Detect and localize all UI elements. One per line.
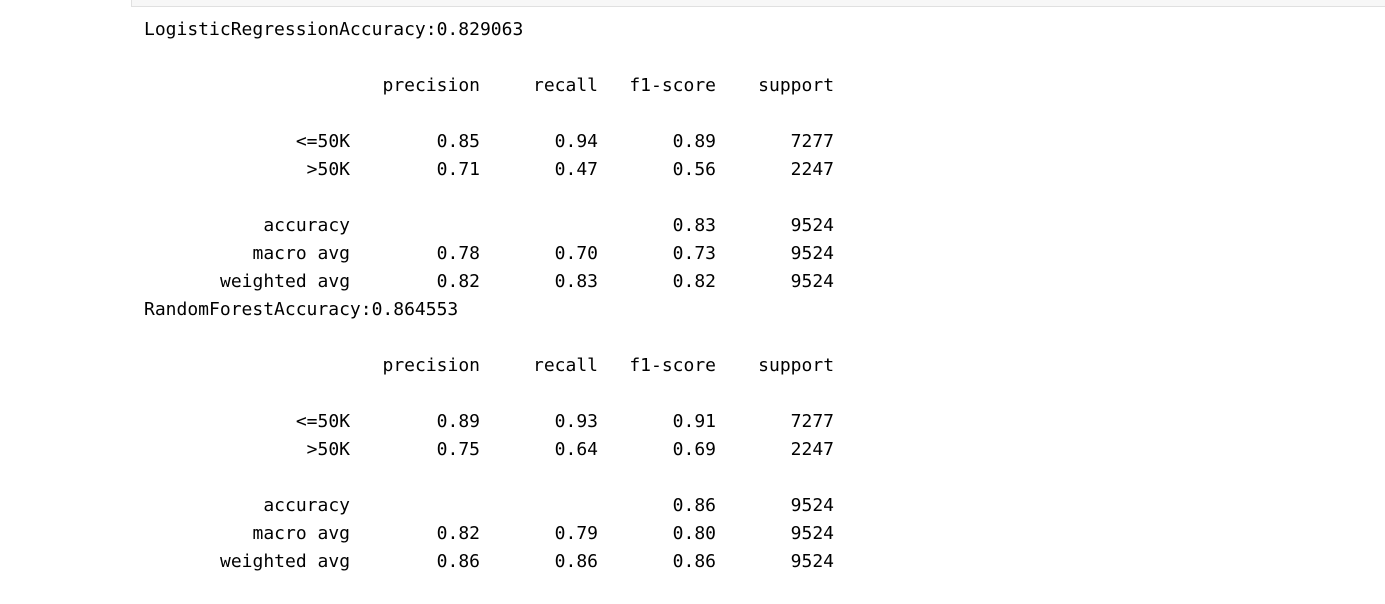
row-label: accuracy	[263, 215, 351, 236]
support-value: 9524	[790, 215, 835, 236]
support-value: 2247	[790, 159, 835, 180]
header-recall: recall	[533, 355, 599, 376]
row-label: weighted avg	[219, 551, 351, 572]
precision-value: 0.86	[436, 551, 481, 572]
row-label: <=50K	[295, 411, 351, 432]
precision-value: 0.89	[436, 411, 481, 432]
f1-score-value: 0.56	[672, 159, 717, 180]
report-row: <=50K 0.85 0.94 0.89 7277	[144, 100, 834, 152]
report-header-row: precision recall f1-score support	[144, 44, 834, 96]
support-value: 7277	[790, 411, 835, 432]
f1-score-value: 0.83	[672, 215, 717, 236]
support-value: 7277	[790, 131, 835, 152]
report-row: <=50K 0.89 0.93 0.91 7277	[144, 380, 834, 432]
header-precision: precision	[382, 355, 481, 376]
f1-score-value: 0.89	[672, 131, 717, 152]
row-label: >50K	[306, 159, 351, 180]
support-value: 9524	[790, 495, 835, 516]
support-value: 9524	[790, 523, 835, 544]
recall-value: 0.94	[554, 131, 599, 152]
precision-value: 0.71	[436, 159, 481, 180]
recall-value: 0.70	[554, 243, 599, 264]
precision-value: 0.85	[436, 131, 481, 152]
row-label: accuracy	[263, 495, 351, 516]
header-support: support	[758, 355, 835, 376]
header-precision: precision	[382, 75, 481, 96]
precision-value: 0.75	[436, 439, 481, 460]
accuracy-line: RandomForestAccuracy:0.864553	[144, 299, 459, 320]
f1-score-value: 0.86	[672, 551, 717, 572]
classification-report-random-forest: RandomForestAccuracy:0.864553 precision r…	[144, 296, 835, 572]
f1-score-value: 0.82	[672, 271, 717, 292]
header-f1-score: f1-score	[629, 75, 717, 96]
recall-value: 0.83	[554, 271, 599, 292]
accuracy-line: LogisticRegressionAccuracy:0.829063	[144, 19, 524, 40]
support-value: 9524	[790, 271, 835, 292]
f1-score-value: 0.73	[672, 243, 717, 264]
row-label: <=50K	[295, 131, 351, 152]
report-header-row: precision recall f1-score support	[144, 324, 834, 376]
header-support: support	[758, 75, 835, 96]
header-recall: recall	[533, 75, 599, 96]
classification-report-logistic-regression: LogisticRegressionAccuracy:0.829063 prec…	[144, 16, 834, 296]
recall-value: 0.64	[554, 439, 599, 460]
recall-value: 0.93	[554, 411, 599, 432]
precision-value: 0.82	[436, 271, 481, 292]
cell-border	[131, 0, 1385, 7]
report-row: accuracy 0.86 9524	[144, 464, 834, 516]
report-row: accuracy 0.83 9524	[144, 184, 834, 236]
precision-value: 0.82	[436, 523, 481, 544]
header-f1-score: f1-score	[629, 355, 717, 376]
cell-output: LogisticRegressionAccuracy:0.829063 prec…	[144, 16, 835, 572]
f1-score-value: 0.80	[672, 523, 717, 544]
precision-value: 0.78	[436, 243, 481, 264]
support-value: 2247	[790, 439, 835, 460]
support-value: 9524	[790, 551, 835, 572]
row-label: macro avg	[252, 523, 351, 544]
support-value: 9524	[790, 243, 835, 264]
f1-score-value: 0.86	[672, 495, 717, 516]
recall-value: 0.47	[554, 159, 599, 180]
recall-value: 0.86	[554, 551, 599, 572]
recall-value: 0.79	[554, 523, 599, 544]
row-label: macro avg	[252, 243, 351, 264]
f1-score-value: 0.69	[672, 439, 717, 460]
row-label: >50K	[306, 439, 351, 460]
row-label: weighted avg	[219, 271, 351, 292]
f1-score-value: 0.91	[672, 411, 717, 432]
